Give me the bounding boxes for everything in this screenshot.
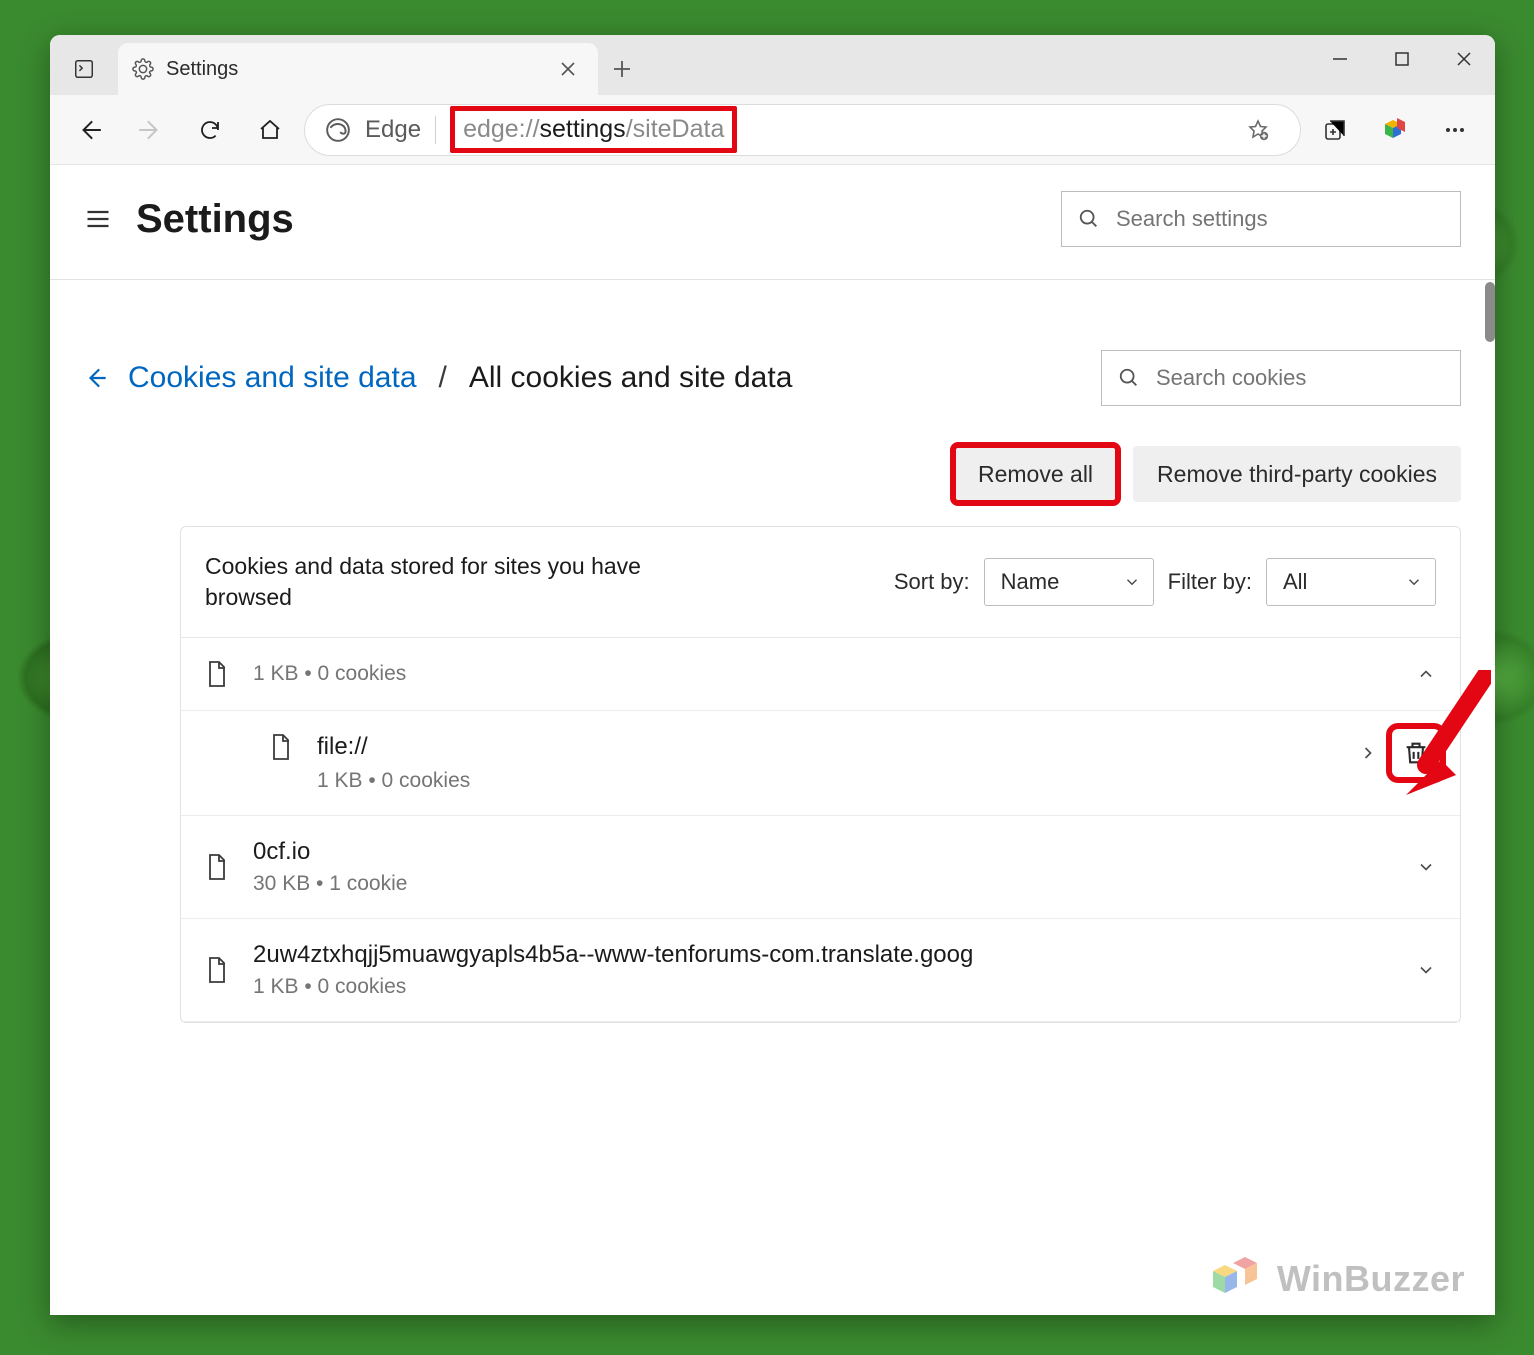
site-child-meta: 1 KB • 0 cookies <box>317 769 470 793</box>
nav-back-button[interactable] <box>64 106 116 154</box>
settings-header: Settings <box>50 165 1495 280</box>
tab-actions-button[interactable] <box>64 49 104 89</box>
address-divider <box>435 116 436 144</box>
address-url-highlight: edge:// settings / siteData <box>450 106 737 153</box>
sort-select[interactable]: Name <box>984 558 1154 606</box>
edge-logo-icon <box>325 117 351 143</box>
remove-all-button[interactable]: Remove all <box>954 446 1117 502</box>
nav-refresh-button[interactable] <box>184 106 236 154</box>
gear-icon <box>132 58 154 80</box>
url-scheme: edge:// <box>463 113 539 146</box>
search-icon <box>1078 208 1100 230</box>
cookie-actions: Remove all Remove third-party cookies <box>50 406 1495 502</box>
collections-icon <box>1323 118 1347 142</box>
breadcrumb-back-button[interactable] <box>84 365 110 391</box>
arrow-right-icon <box>137 117 163 143</box>
search-icon <box>1118 367 1140 389</box>
tab-close-button[interactable] <box>552 57 584 81</box>
plus-icon <box>612 59 632 79</box>
close-icon <box>1456 51 1472 67</box>
site-meta: 30 KB • 1 cookie <box>253 872 407 896</box>
trash-icon <box>1402 739 1430 767</box>
browser-toolbar: Edge edge:// settings / siteData <box>50 95 1495 165</box>
remove-third-party-button[interactable]: Remove third-party cookies <box>1133 446 1461 502</box>
site-child-name: file:// <box>317 733 470 761</box>
arrow-left-icon <box>77 117 103 143</box>
cookies-card: Cookies and data stored for sites you ha… <box>180 526 1461 1023</box>
page-title: Settings <box>136 197 294 242</box>
chevron-down-icon[interactable] <box>1416 857 1436 877</box>
chevron-right-icon[interactable] <box>1358 743 1378 763</box>
site-meta: 1 KB • 0 cookies <box>253 662 406 686</box>
collections-button[interactable] <box>1309 106 1361 154</box>
settings-content: Cookies and site data / All cookies and … <box>50 280 1495 1315</box>
settings-menu-button[interactable] <box>84 205 112 233</box>
breadcrumb-link[interactable]: Cookies and site data <box>128 361 417 395</box>
star-add-icon <box>1246 118 1270 142</box>
tab-actions-icon <box>73 58 95 80</box>
profile-button[interactable] <box>1369 106 1421 154</box>
arrow-left-icon <box>84 365 110 391</box>
site-row[interactable]: 0cf.io 30 KB • 1 cookie <box>181 816 1460 919</box>
window-minimize-button[interactable] <box>1309 35 1371 83</box>
search-settings-field[interactable] <box>1116 206 1444 232</box>
breadcrumb-current: All cookies and site data <box>469 361 793 395</box>
more-menu-button[interactable] <box>1429 106 1481 154</box>
ellipsis-icon <box>1443 118 1467 142</box>
window-controls <box>1309 35 1495 83</box>
chevron-down-icon[interactable] <box>1416 960 1436 980</box>
site-name: 2uw4ztxhqjj5muawgyapls4b5a--www-tenforum… <box>253 941 973 969</box>
favorite-button[interactable] <box>1232 106 1284 154</box>
hamburger-icon <box>84 205 112 233</box>
nav-home-button[interactable] <box>244 106 296 154</box>
file-icon <box>205 853 229 881</box>
card-header: Cookies and data stored for sites you ha… <box>181 527 1460 638</box>
close-icon <box>560 61 576 77</box>
address-app-label: Edge <box>365 116 421 144</box>
window-close-button[interactable] <box>1433 35 1495 83</box>
sort-value: Name <box>1001 569 1060 595</box>
file-icon <box>269 733 293 761</box>
scrollbar-thumb[interactable] <box>1485 282 1495 342</box>
tab-title: Settings <box>166 58 238 81</box>
site-meta: 1 KB • 0 cookies <box>253 975 973 999</box>
filter-label: Filter by: <box>1168 569 1252 595</box>
maximize-icon <box>1394 51 1410 67</box>
search-settings-input[interactable] <box>1061 191 1461 247</box>
file-icon <box>205 660 229 688</box>
minimize-icon <box>1331 50 1349 68</box>
tab-bar: Settings <box>50 35 1495 95</box>
site-name: 0cf.io <box>253 838 407 866</box>
refresh-icon <box>198 118 222 142</box>
chevron-up-icon[interactable] <box>1416 664 1436 684</box>
address-bar[interactable]: Edge edge:// settings / siteData <box>304 104 1301 156</box>
home-icon <box>258 118 282 142</box>
url-host: settings <box>540 113 626 146</box>
card-description: Cookies and data stored for sites you ha… <box>205 551 665 613</box>
profile-avatar-icon <box>1379 114 1411 146</box>
url-path: siteData <box>633 113 725 146</box>
breadcrumb-separator: / <box>439 361 447 395</box>
sort-label: Sort by: <box>894 569 970 595</box>
chevron-down-icon <box>1123 573 1141 591</box>
breadcrumb: Cookies and site data / All cookies and … <box>50 280 1495 406</box>
nav-forward-button[interactable] <box>124 106 176 154</box>
search-cookies-field[interactable] <box>1156 365 1444 391</box>
search-cookies-input[interactable] <box>1101 350 1461 406</box>
filter-select[interactable]: All <box>1266 558 1436 606</box>
chevron-down-icon <box>1405 573 1423 591</box>
filter-value: All <box>1283 569 1307 595</box>
delete-cookie-button[interactable] <box>1396 733 1436 773</box>
browser-window: Settings Ed <box>50 35 1495 1315</box>
active-tab[interactable]: Settings <box>118 43 598 95</box>
site-child-row[interactable]: file:// 1 KB • 0 cookies <box>181 711 1460 816</box>
window-maximize-button[interactable] <box>1371 35 1433 83</box>
url-sep: / <box>626 113 633 146</box>
address-actions <box>1232 106 1284 154</box>
file-icon <box>205 956 229 984</box>
new-tab-button[interactable] <box>598 43 646 95</box>
sort-filter-controls: Sort by: Name Filter by: All <box>894 558 1436 606</box>
site-row[interactable]: 2uw4ztxhqjj5muawgyapls4b5a--www-tenforum… <box>181 919 1460 1022</box>
